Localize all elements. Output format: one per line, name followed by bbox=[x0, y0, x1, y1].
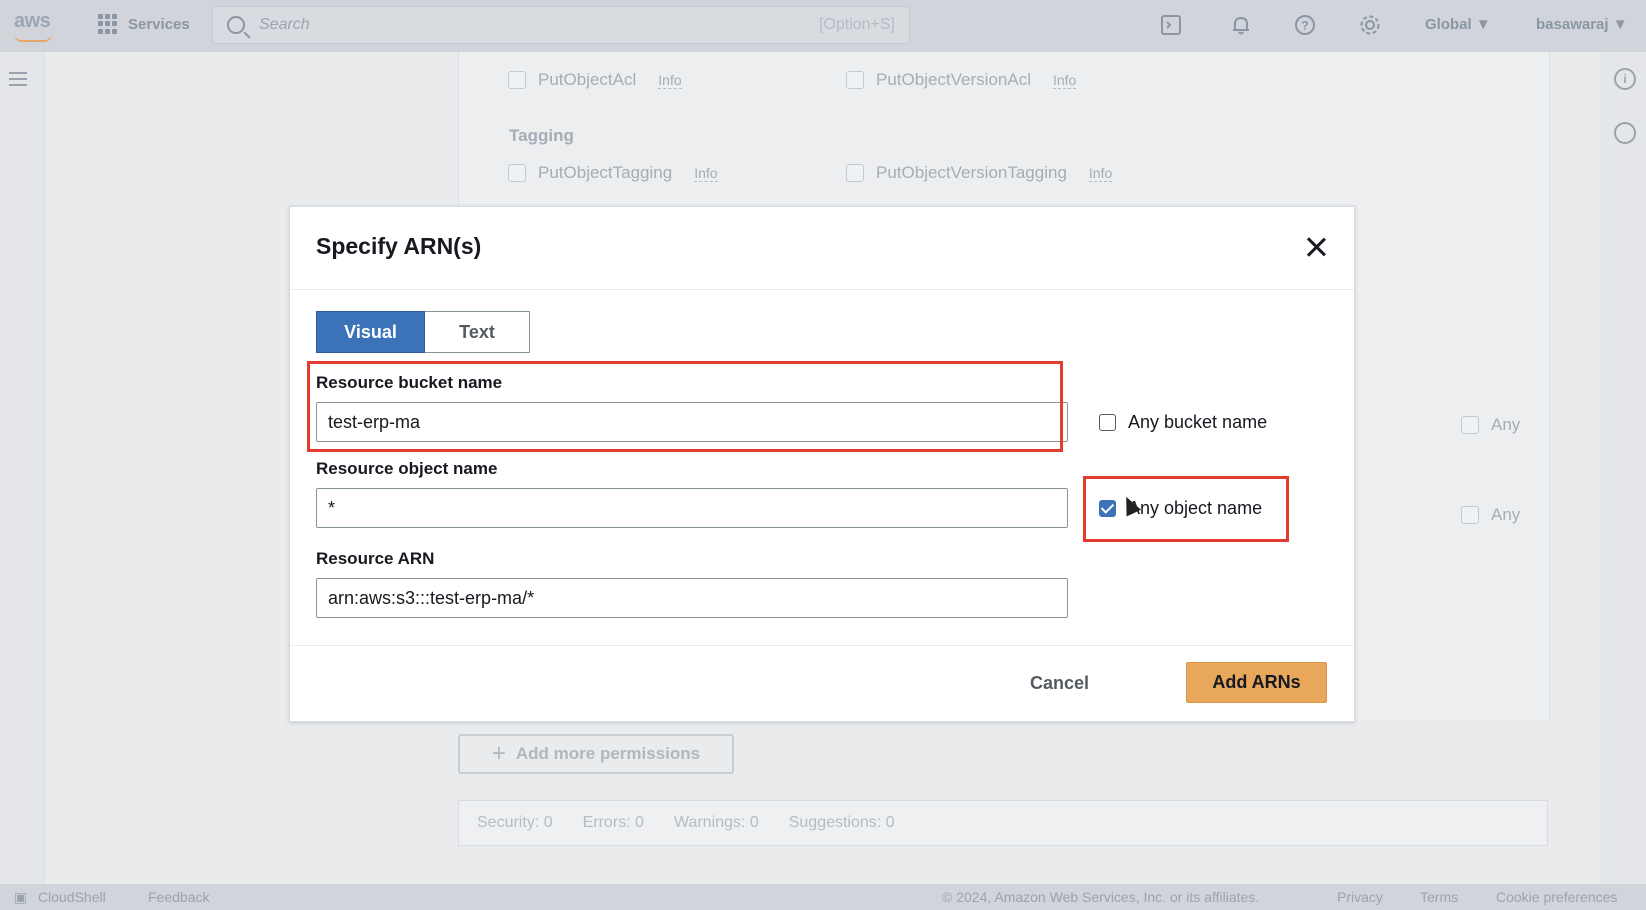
add-more-label: Add more permissions bbox=[515, 744, 701, 763]
bg-any-checkbox-2[interactable]: Any bbox=[1461, 505, 1520, 525]
checkbox[interactable] bbox=[846, 71, 864, 89]
gear-icon[interactable] bbox=[1359, 14, 1381, 36]
region-selector[interactable]: Global ▼ bbox=[1425, 16, 1491, 33]
perm-label: PutObjectAcl bbox=[538, 70, 637, 89]
bell-icon[interactable] bbox=[1230, 14, 1252, 36]
any-object-name-label: Any object name bbox=[1128, 498, 1263, 518]
suggestions-status[interactable]: Suggestions: 0 bbox=[789, 814, 895, 832]
tab-visual[interactable]: Visual bbox=[316, 311, 425, 353]
perm-put-object-tagging[interactable]: PutObjectTagging Info bbox=[508, 163, 718, 183]
search-input[interactable] bbox=[257, 15, 661, 35]
shield-icon[interactable] bbox=[1614, 122, 1636, 144]
perm-label: PutObjectVersionTagging bbox=[876, 163, 1067, 182]
search-bar[interactable]: [Option+S] bbox=[212, 6, 910, 44]
resource-arn-input[interactable] bbox=[316, 578, 1068, 618]
checkbox[interactable] bbox=[846, 164, 864, 182]
policy-status-bar: Security: 0 Errors: 0 Warnings: 0 Sugges… bbox=[458, 800, 1548, 846]
bg-any-checkbox-1[interactable]: Any bbox=[1461, 415, 1520, 435]
cloudshell-icon[interactable] bbox=[1160, 14, 1182, 36]
modal-title: Specify ARN(s) bbox=[316, 233, 482, 259]
svg-text:?: ? bbox=[1301, 19, 1308, 33]
close-icon[interactable] bbox=[1304, 235, 1328, 259]
services-menu[interactable]: Services bbox=[98, 14, 190, 34]
object-name-label: Resource object name bbox=[316, 459, 498, 478]
any-label: Any bbox=[1491, 415, 1521, 434]
section-heading-tagging: Tagging bbox=[509, 126, 574, 145]
footer-privacy[interactable]: Privacy bbox=[1337, 889, 1383, 905]
cloudshell-icon[interactable]: ▣ bbox=[14, 889, 27, 906]
footer-cookie-preferences[interactable]: Cookie preferences bbox=[1496, 889, 1617, 905]
checkbox-box[interactable] bbox=[1099, 414, 1116, 431]
help-icon[interactable]: ? bbox=[1294, 14, 1316, 36]
services-label: Services bbox=[128, 15, 190, 33]
perm-label: PutObjectTagging bbox=[538, 163, 673, 182]
checkbox[interactable] bbox=[1461, 506, 1479, 524]
info-link[interactable]: Info bbox=[658, 72, 682, 89]
checkbox[interactable] bbox=[1461, 416, 1479, 434]
bucket-name-label: Resource bucket name bbox=[316, 373, 503, 392]
tab-text[interactable]: Text bbox=[425, 311, 530, 353]
divider bbox=[290, 289, 1354, 290]
right-sidebar: i bbox=[1601, 52, 1646, 884]
left-sidebar bbox=[0, 52, 45, 884]
search-icon bbox=[227, 16, 245, 34]
any-label: Any bbox=[1491, 505, 1521, 524]
plus-icon: + bbox=[491, 740, 506, 767]
errors-status[interactable]: Errors: 0 bbox=[583, 814, 644, 832]
bucket-name-input[interactable] bbox=[316, 402, 1068, 442]
aws-logo[interactable]: aws bbox=[14, 10, 51, 33]
top-navigation-bar: aws Services [Option+S] ? Global ▼ basaw… bbox=[0, 0, 1646, 52]
info-link[interactable]: Info bbox=[1052, 72, 1077, 89]
perm-put-object-version-acl[interactable]: PutObjectVersionAcl Info bbox=[846, 70, 1077, 90]
footer-bar: ▣ CloudShell Feedback © 2024, Amazon Web… bbox=[0, 884, 1646, 910]
footer-copyright: © 2024, Amazon Web Services, Inc. or its… bbox=[942, 889, 1260, 905]
checkbox-box-checked[interactable] bbox=[1099, 500, 1116, 517]
perm-put-object-version-tagging[interactable]: PutObjectVersionTagging Info bbox=[846, 163, 1113, 183]
grid-icon bbox=[98, 14, 118, 34]
footer-terms[interactable]: Terms bbox=[1420, 889, 1458, 905]
any-bucket-name-label: Any bucket name bbox=[1128, 412, 1268, 432]
user-menu[interactable]: basawaraj ▼ bbox=[1536, 16, 1628, 33]
any-bucket-name-checkbox[interactable]: Any bucket name bbox=[1099, 412, 1267, 433]
info-link[interactable]: Info bbox=[1088, 165, 1113, 182]
warnings-status[interactable]: Warnings: 0 bbox=[674, 814, 759, 832]
divider bbox=[290, 645, 1354, 646]
info-circle-icon[interactable]: i bbox=[1614, 68, 1636, 90]
checkbox[interactable] bbox=[508, 164, 526, 182]
resource-arn-label: Resource ARN bbox=[316, 549, 435, 568]
aws-logo-smile bbox=[14, 34, 52, 42]
checkbox[interactable] bbox=[508, 71, 526, 89]
perm-label: PutObjectVersionAcl bbox=[876, 70, 1031, 89]
object-name-input[interactable] bbox=[316, 488, 1068, 528]
search-shortcut-hint: [Option+S] bbox=[818, 16, 895, 33]
add-arns-button[interactable]: Add ARNs bbox=[1186, 662, 1327, 703]
add-more-permissions-button[interactable]: + Add more permissions bbox=[458, 734, 734, 774]
hamburger-menu-icon[interactable] bbox=[9, 72, 27, 90]
cancel-button[interactable]: Cancel bbox=[1030, 673, 1089, 694]
specify-arn-modal: Specify ARN(s) Visual Text Resource buck… bbox=[289, 206, 1355, 722]
security-status[interactable]: Security: 0 bbox=[477, 814, 553, 832]
footer-cloudshell[interactable]: CloudShell bbox=[38, 889, 106, 905]
footer-feedback[interactable]: Feedback bbox=[148, 889, 209, 905]
perm-put-object-acl[interactable]: PutObjectAcl Info bbox=[508, 70, 682, 90]
mode-segmented-control: Visual Text bbox=[316, 311, 530, 353]
info-link[interactable]: Info bbox=[694, 165, 718, 182]
